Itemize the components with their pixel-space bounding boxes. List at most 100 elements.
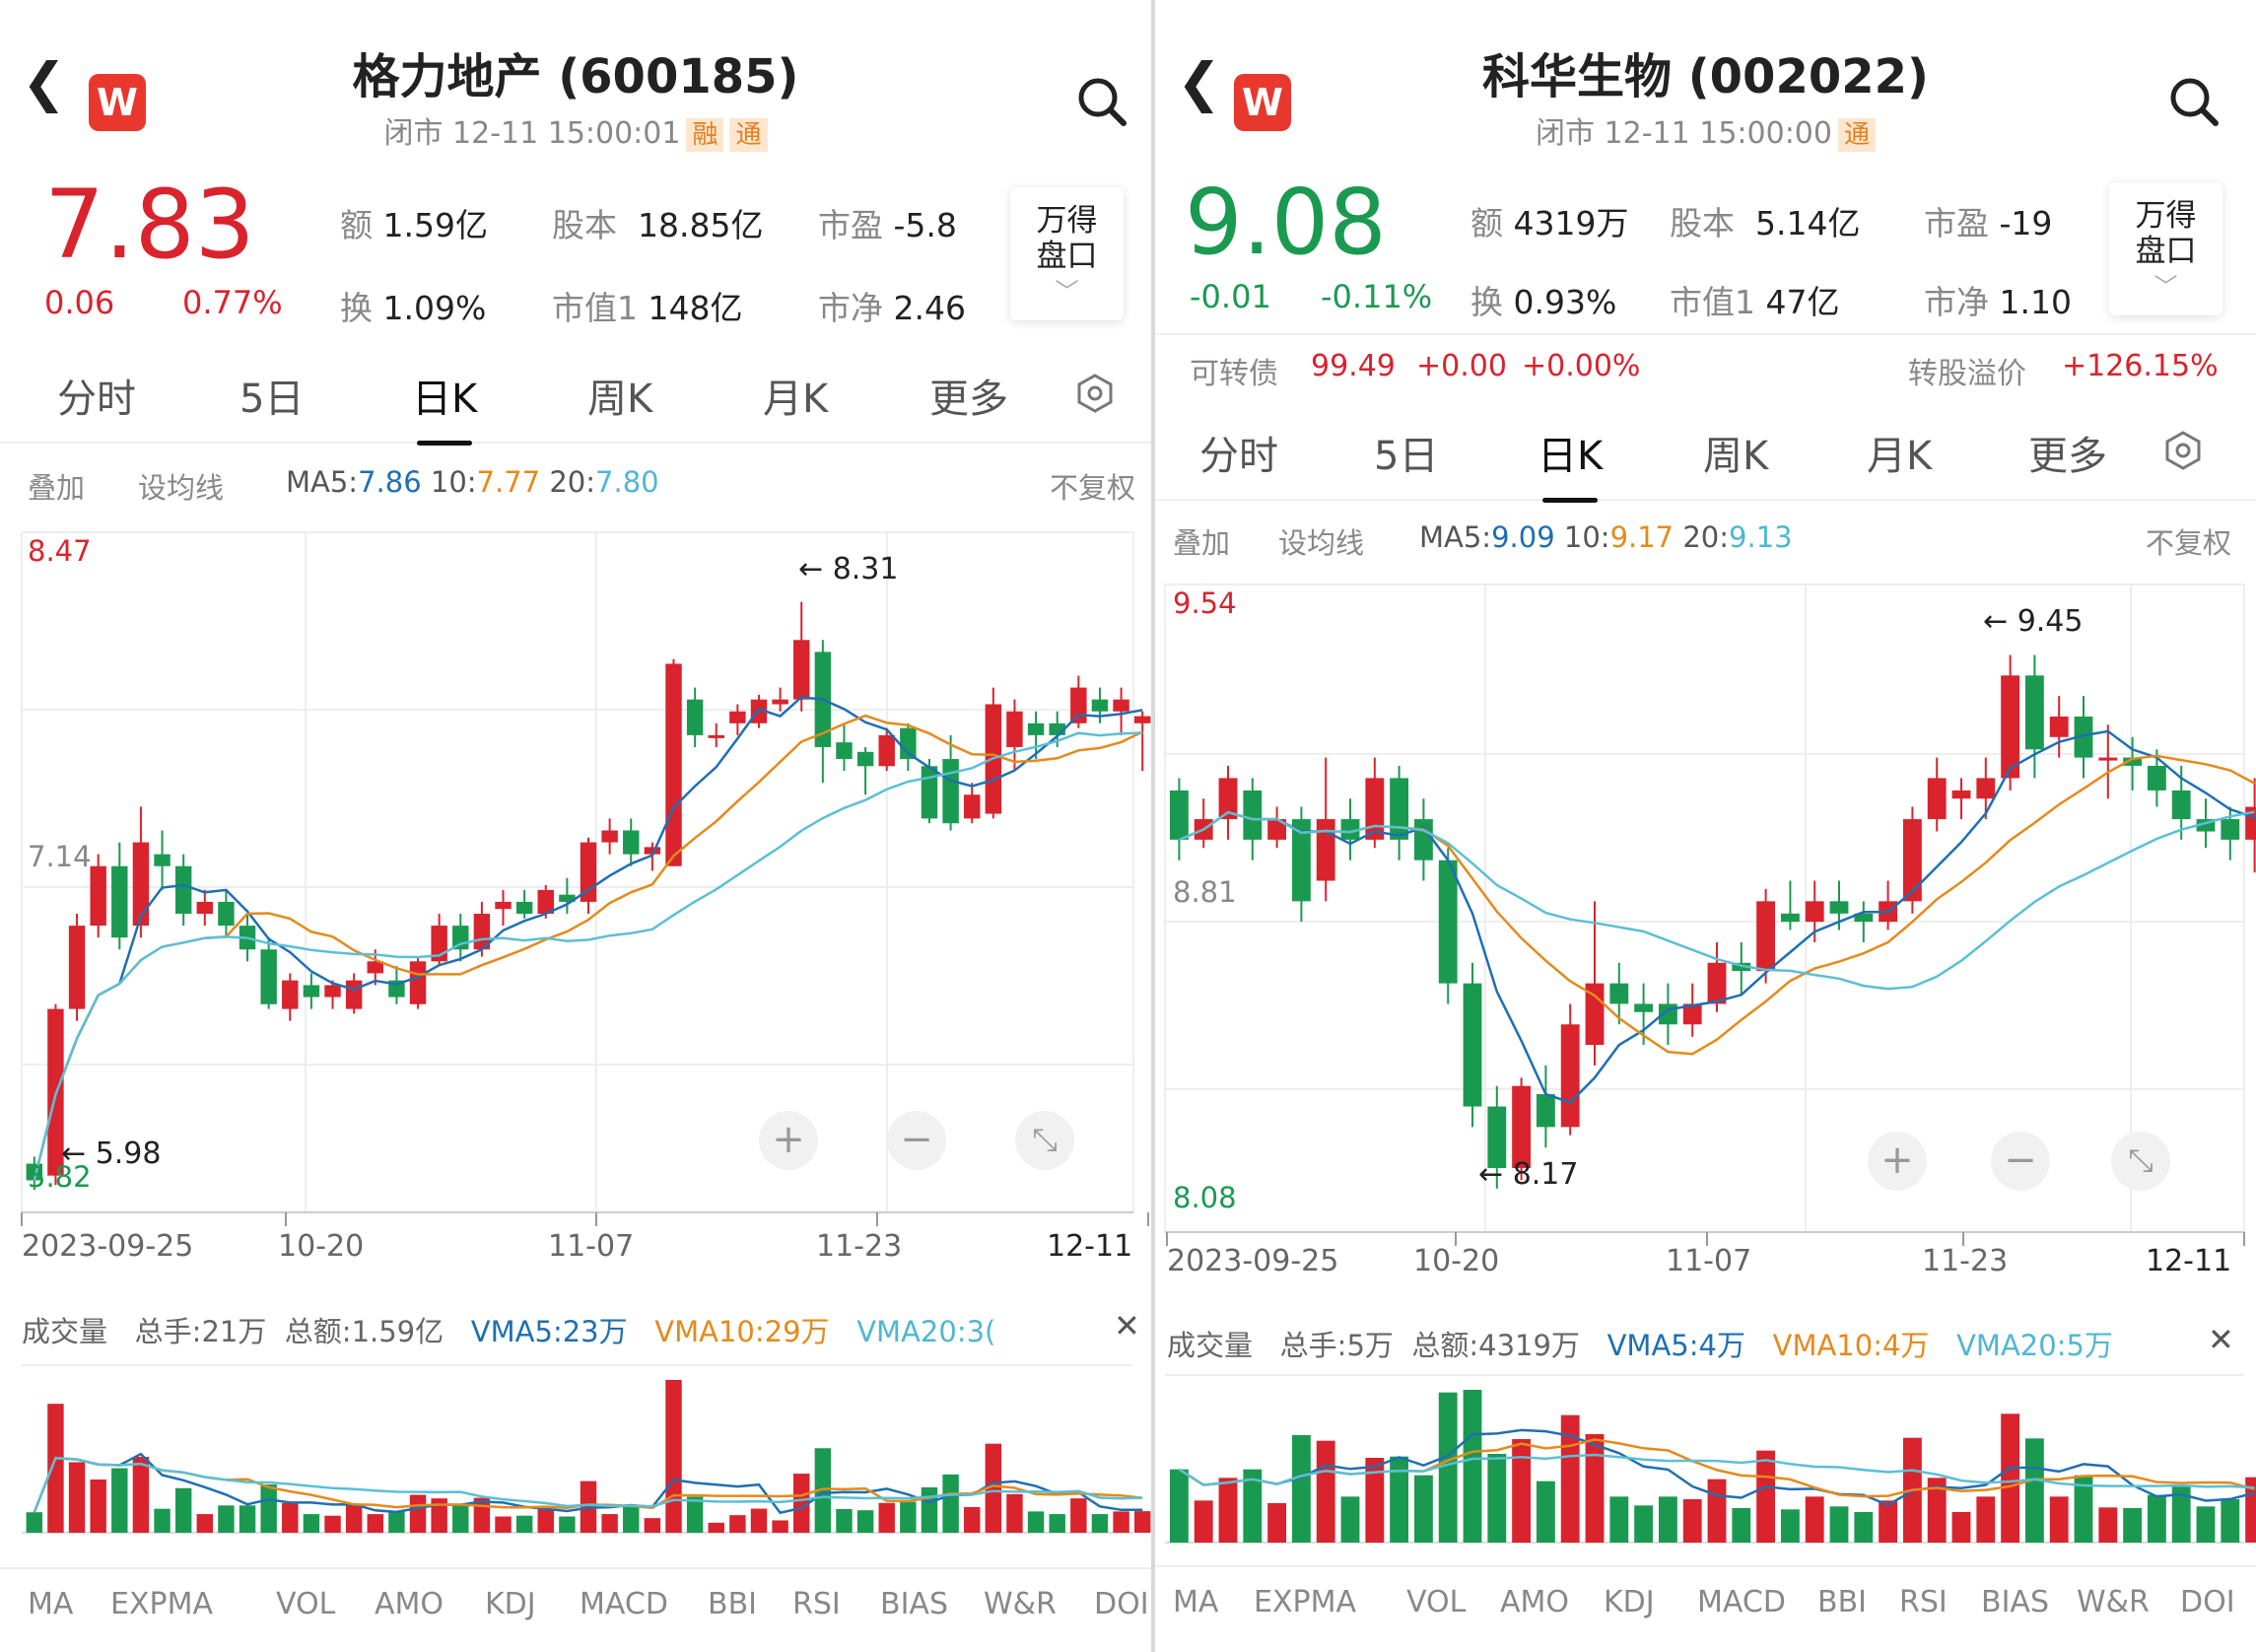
axis-top-label: 8.47 (28, 534, 92, 568)
axis-mid-label: 8.81 (1173, 875, 1237, 909)
indicator-kdj[interactable]: KDJ (485, 1587, 536, 1621)
volume-bar (452, 1505, 469, 1533)
search-icon[interactable] (2166, 74, 2222, 133)
indicator-rsi[interactable]: RSI (792, 1587, 841, 1621)
volume-bar (1316, 1440, 1335, 1543)
indicator-amo[interactable]: AMO (375, 1587, 444, 1621)
candle-body (1169, 790, 1189, 840)
indicator-expma[interactable]: EXPMA (110, 1587, 213, 1621)
adjust-toggle[interactable]: 不复权 (1050, 465, 1135, 507)
axis-bottom-label: 8.08 (1173, 1181, 1237, 1214)
tab-weekly-k[interactable]: 周K (1703, 424, 1768, 481)
tab-5day[interactable]: 5日 (239, 367, 304, 424)
volume-bar (1194, 1500, 1213, 1543)
settings-hex-icon[interactable] (2162, 430, 2204, 475)
volume-bar (1585, 1434, 1605, 1543)
candle-body (68, 926, 86, 1009)
indicator-doi[interactable]: DOI (2180, 1585, 2235, 1619)
volume-header: 成交量 总手:5万 总额:4319万 VMA5:4万 VMA10:4万 VMA2… (1167, 1329, 2113, 1362)
close-icon[interactable]: ✕ (1114, 1307, 1140, 1344)
volume-bar (708, 1522, 724, 1533)
indicator-amo[interactable]: AMO (1500, 1585, 1569, 1619)
candle-body (90, 865, 106, 927)
fullscreen-button[interactable]: ⤡ (2111, 1132, 2170, 1191)
convertible-bond-row[interactable]: 可转债 99.49 +0.00 +0.00% 转股溢价 +126.15% (1155, 333, 2256, 392)
indicator-macd[interactable]: MACD (1697, 1585, 1786, 1619)
tab-more[interactable]: 更多 (929, 367, 1008, 424)
tab-intraday[interactable]: 分时 (1199, 424, 1278, 481)
indicator-wr[interactable]: W&R (984, 1587, 1057, 1621)
stat-amount: 额 4319万 (1470, 204, 1629, 242)
fullscreen-button[interactable]: ⤡ (1015, 1111, 1074, 1170)
zoom-in-button[interactable]: + (759, 1111, 818, 1170)
premium-label: 转股溢价 (1908, 357, 2026, 391)
indicator-bbi[interactable]: BBI (1817, 1585, 1867, 1619)
candlestick-chart[interactable] (1155, 577, 2256, 1326)
indicator-bias[interactable]: BIAS (1981, 1585, 2049, 1619)
candlestick-chart[interactable] (0, 522, 1151, 1311)
volume-bar (154, 1508, 171, 1533)
volume-bar (1487, 1454, 1507, 1543)
indicator-vol[interactable]: VOL (276, 1587, 335, 1621)
indicator-vol[interactable]: VOL (1406, 1585, 1466, 1619)
indicator-rsi[interactable]: RSI (1899, 1585, 1948, 1619)
date-label: 12-11 (1047, 1229, 1133, 1264)
tab-daily-k[interactable]: 日K (412, 367, 477, 446)
indicator-macd[interactable]: MACD (580, 1587, 668, 1621)
indicator-kdj[interactable]: KDJ (1604, 1585, 1655, 1619)
volume-bar (644, 1518, 661, 1533)
date-label: 11-23 (816, 1229, 903, 1264)
ma-settings-button[interactable]: 设均线 (1278, 520, 1364, 562)
candle-body (1560, 1024, 1580, 1128)
volume-bar (1340, 1496, 1360, 1543)
zoom-out-button[interactable]: − (887, 1111, 946, 1170)
order-book-button[interactable]: 万得 盘口 ﹀ (1010, 187, 1124, 320)
indicator-bar: MA EXPMA VOL AMO KDJ MACD BBI RSI BIAS W… (0, 1567, 1151, 1636)
candle-body (345, 980, 363, 1009)
volume-bar (1609, 1496, 1629, 1543)
overlay-button[interactable]: 叠加 (1173, 520, 1230, 562)
volume-bar (750, 1508, 768, 1533)
search-icon[interactable] (1074, 74, 1129, 133)
tab-5day[interactable]: 5日 (1374, 424, 1438, 481)
indicator-ma[interactable]: MA (28, 1587, 73, 1621)
tab-more[interactable]: 更多 (2028, 424, 2107, 481)
tab-weekly-k[interactable]: 周K (587, 367, 652, 424)
volume-bar (665, 1380, 682, 1533)
indicator-wr[interactable]: W&R (2077, 1585, 2150, 1619)
indicator-bbi[interactable]: BBI (708, 1587, 757, 1621)
indicator-doi[interactable]: DOI (1094, 1587, 1149, 1621)
tab-intraday[interactable]: 分时 (57, 367, 136, 424)
close-icon[interactable]: ✕ (2208, 1321, 2234, 1358)
stat-turnover: 换 0.93% (1470, 283, 1617, 321)
volume-bar (282, 1502, 299, 1533)
volume-bar (601, 1514, 618, 1533)
volume-bar (90, 1479, 106, 1533)
ma-settings-button[interactable]: 设均线 (138, 465, 224, 507)
volume-bar (1732, 1508, 1751, 1543)
tab-monthly-k[interactable]: 月K (763, 367, 828, 424)
settings-hex-icon[interactable] (1074, 373, 1116, 418)
tab-monthly-k[interactable]: 月K (1867, 424, 1932, 481)
adjust-toggle[interactable]: 不复权 (2146, 520, 2231, 562)
volume-bar (772, 1520, 788, 1533)
indicator-expma[interactable]: EXPMA (1254, 1585, 1356, 1619)
zoom-in-button[interactable]: + (1868, 1132, 1927, 1191)
volume-bar (1169, 1469, 1189, 1543)
connect-badge: 通 (1837, 118, 1876, 152)
indicator-ma[interactable]: MA (1173, 1585, 1218, 1619)
order-book-button[interactable]: 万得 盘口 ﹀ (2109, 182, 2222, 315)
volume-bar (559, 1516, 576, 1533)
candle-body (601, 830, 618, 843)
left-stock-panel: ❮ W 格力地产 (600185) 闭市 12-11 15:00:01 融通 7.… (0, 0, 1151, 1652)
tab-daily-k[interactable]: 日K (1538, 424, 1603, 503)
volume-bar (2221, 1499, 2240, 1543)
indicator-bias[interactable]: BIAS (880, 1587, 948, 1621)
ma5-line (1178, 729, 2255, 1104)
volume-bar (1291, 1435, 1311, 1543)
volume-bar (409, 1494, 427, 1533)
overlay-button[interactable]: 叠加 (28, 465, 85, 507)
zoom-out-button[interactable]: − (1991, 1132, 2050, 1191)
candle-body (1951, 790, 1971, 799)
candle-body (1243, 790, 1263, 840)
